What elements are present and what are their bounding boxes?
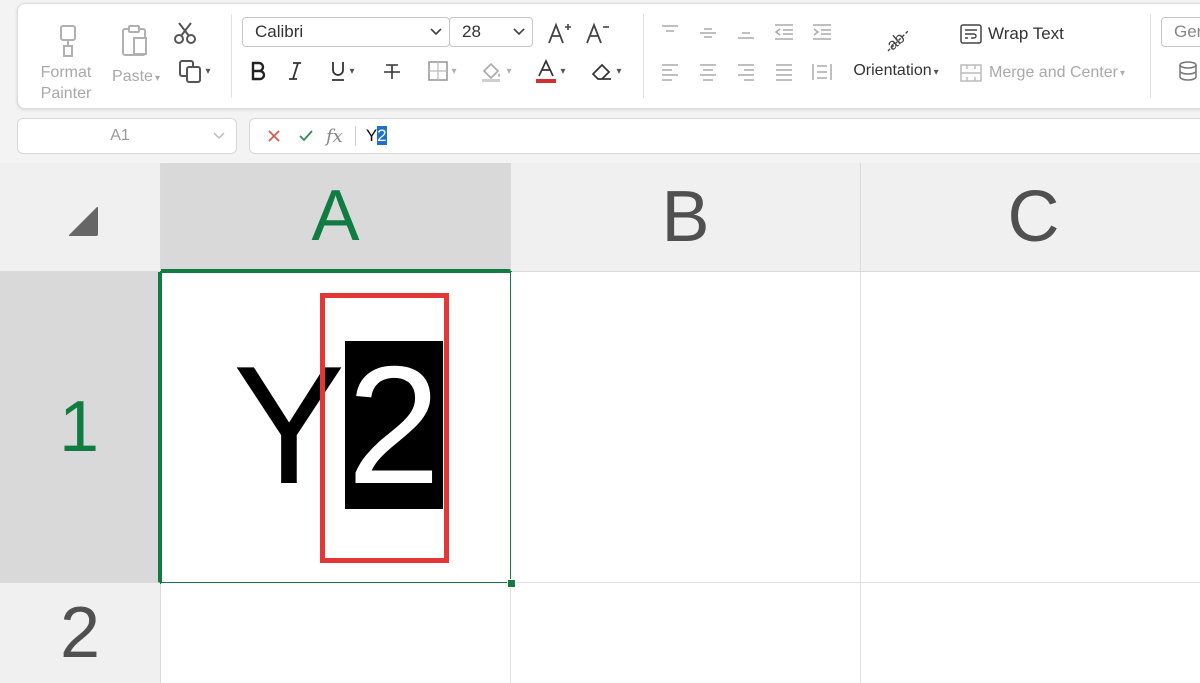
align-middle-icon — [700, 28, 716, 38]
align-left-button[interactable] — [658, 60, 682, 84]
format-painter-label: Format Painter — [40, 64, 92, 102]
row-header-1[interactable]: 1 — [0, 272, 161, 583]
format-painter-button[interactable]: Format Painter — [38, 10, 94, 104]
paint-bucket-icon — [482, 62, 501, 82]
close-icon — [268, 130, 280, 142]
column-header-c[interactable]: C — [861, 163, 1200, 272]
align-right-button[interactable] — [734, 60, 758, 84]
merge-and-center-button[interactable]: Merge and Center ▾ — [959, 59, 1125, 87]
selection-highlight-box — [320, 293, 449, 563]
chevron-down-icon — [506, 27, 532, 37]
formula-input[interactable]: Y2 — [366, 126, 387, 146]
underline-button[interactable]: ▾ — [320, 57, 364, 85]
font-size-select[interactable]: 28 — [449, 17, 533, 47]
cell-b2[interactable] — [511, 583, 861, 683]
decrease-font-size-button[interactable] — [582, 18, 612, 48]
align-top-button[interactable] — [658, 20, 682, 44]
bold-icon — [251, 61, 266, 81]
check-icon — [299, 130, 313, 142]
font-color-button[interactable]: ▾ — [528, 57, 572, 85]
column-header-a[interactable]: A — [161, 163, 511, 272]
copy-icon — [179, 60, 202, 83]
cut-button[interactable] — [170, 18, 200, 48]
select-all-corner[interactable] — [0, 163, 161, 272]
cell-styles-button[interactable] — [1168, 57, 1200, 87]
wrap-text-icon — [960, 24, 982, 44]
distributed-button[interactable] — [810, 60, 834, 84]
font-family-select[interactable]: Calibri — [242, 17, 450, 47]
name-box[interactable]: A1 — [17, 118, 237, 154]
row-header-2[interactable]: 2 — [0, 583, 161, 683]
borders-icon — [428, 61, 449, 81]
clipboard-icon — [120, 24, 150, 58]
merge-cells-icon — [960, 64, 982, 82]
paste-label: Paste ▾ — [112, 68, 160, 85]
database-icon — [1179, 61, 1197, 81]
increase-indent-button[interactable] — [810, 20, 834, 44]
orientation-label: Orientation ▾ — [853, 62, 939, 79]
confirm-entry-button[interactable] — [296, 129, 316, 143]
formula-bar: fx Y2 — [249, 118, 1200, 154]
select-all-triangle-icon — [68, 206, 98, 236]
align-top-icon — [662, 25, 678, 32]
justify-icon — [776, 64, 792, 81]
column-header-b[interactable]: B — [511, 163, 861, 272]
wrap-text-button[interactable]: Wrap Text — [959, 20, 1064, 48]
scissors-icon — [174, 22, 196, 44]
italic-icon — [289, 62, 301, 80]
align-bottom-icon — [738, 32, 754, 39]
strikethrough-icon — [384, 64, 400, 79]
chevron-down-icon — [423, 27, 449, 37]
justify-button[interactable] — [772, 60, 796, 84]
increase-font-size-button[interactable] — [544, 18, 574, 48]
ribbon: Format Painter Paste ▾ ▾ Calibri 28 ▾ ▾ … — [17, 3, 1200, 109]
number-format-select[interactable]: Ger — [1161, 17, 1200, 47]
paintbrush-icon — [52, 24, 82, 58]
align-right-icon — [738, 64, 754, 81]
decrease-indent-button[interactable] — [772, 20, 796, 44]
align-center-button[interactable] — [696, 60, 720, 84]
font-decrease-icon — [586, 22, 609, 44]
svg-text:ab: ab — [884, 30, 909, 54]
fill-handle[interactable] — [507, 579, 516, 588]
cell-b1[interactable] — [511, 272, 861, 583]
eraser-icon — [592, 63, 612, 80]
cell-a2[interactable] — [161, 583, 511, 683]
borders-button[interactable]: ▾ — [420, 57, 464, 85]
align-center-icon — [700, 64, 716, 81]
outdent-icon — [774, 24, 793, 40]
indent-icon — [813, 24, 831, 40]
orientation-icon: ab — [882, 24, 912, 54]
ribbon-separator — [643, 14, 644, 98]
insert-function-button[interactable]: fx — [326, 126, 343, 147]
align-bottom-button[interactable] — [734, 20, 758, 44]
ribbon-separator — [231, 14, 232, 98]
underline-icon — [332, 62, 345, 81]
cancel-entry-button[interactable] — [264, 129, 284, 143]
strikethrough-button[interactable] — [378, 57, 406, 85]
copy-button[interactable]: ▾ — [172, 56, 216, 86]
cell-c1[interactable] — [861, 272, 1200, 583]
spreadsheet-grid: A B C 1 2 — [0, 163, 1200, 683]
font-increase-icon — [548, 22, 571, 44]
ribbon-separator — [1150, 14, 1151, 98]
chevron-down-icon — [202, 131, 236, 141]
formula-selected-text: 2 — [377, 126, 387, 145]
clear-formatting-button[interactable]: ▾ — [584, 57, 628, 85]
distributed-icon — [812, 64, 832, 80]
bold-button[interactable] — [244, 57, 272, 85]
align-left-icon — [662, 64, 678, 81]
align-middle-button[interactable] — [696, 20, 720, 44]
font-color-icon — [536, 58, 557, 83]
orientation-button[interactable]: ab Orientation ▾ — [846, 16, 946, 98]
paste-button[interactable]: Paste ▾ — [106, 10, 166, 90]
fill-color-button[interactable]: ▾ — [474, 57, 518, 85]
formula-bar-divider — [354, 126, 356, 146]
cell-c2[interactable] — [861, 583, 1200, 683]
italic-button[interactable] — [281, 57, 309, 85]
